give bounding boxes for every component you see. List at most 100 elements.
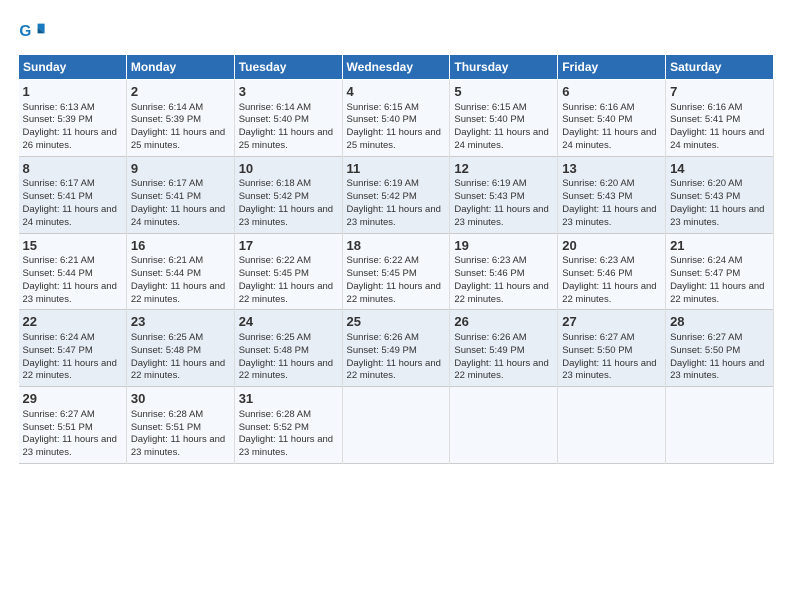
week-row-3: 15Sunrise: 6:21 AMSunset: 5:44 PMDayligh… [19,233,774,310]
sunset: Sunset: 5:49 PM [454,345,524,356]
day-cell: 15Sunrise: 6:21 AMSunset: 5:44 PMDayligh… [19,233,127,310]
daylight: Daylight: 11 hours and 24 minutes. [131,204,225,228]
day-number: 12 [454,160,553,178]
sunrise: Sunrise: 6:20 AM [670,178,742,189]
day-cell: 5Sunrise: 6:15 AMSunset: 5:40 PMDaylight… [450,80,558,157]
sunset: Sunset: 5:43 PM [562,191,632,202]
day-cell: 27Sunrise: 6:27 AMSunset: 5:50 PMDayligh… [558,310,666,387]
daylight: Daylight: 11 hours and 23 minutes. [239,204,333,228]
day-cell: 8Sunrise: 6:17 AMSunset: 5:41 PMDaylight… [19,156,127,233]
day-number: 10 [239,160,338,178]
day-number: 30 [131,390,230,408]
day-cell: 3Sunrise: 6:14 AMSunset: 5:40 PMDaylight… [234,80,342,157]
day-number: 8 [23,160,122,178]
daylight: Daylight: 11 hours and 22 minutes. [239,281,333,305]
daylight: Daylight: 11 hours and 25 minutes. [239,127,333,151]
sunrise: Sunrise: 6:24 AM [23,332,95,343]
svg-text:G: G [19,23,31,40]
header-cell-saturday: Saturday [666,55,774,80]
day-cell: 9Sunrise: 6:17 AMSunset: 5:41 PMDaylight… [126,156,234,233]
sunrise: Sunrise: 6:14 AM [131,102,203,113]
sunset: Sunset: 5:49 PM [347,345,417,356]
daylight: Daylight: 11 hours and 24 minutes. [454,127,548,151]
sunset: Sunset: 5:46 PM [562,268,632,279]
sunset: Sunset: 5:50 PM [670,345,740,356]
day-cell: 2Sunrise: 6:14 AMSunset: 5:39 PMDaylight… [126,80,234,157]
logo-icon: G [18,18,46,46]
day-number: 21 [670,237,769,255]
day-number: 29 [23,390,122,408]
day-number: 26 [454,313,553,331]
day-cell: 16Sunrise: 6:21 AMSunset: 5:44 PMDayligh… [126,233,234,310]
sunrise: Sunrise: 6:17 AM [131,178,203,189]
day-cell: 20Sunrise: 6:23 AMSunset: 5:46 PMDayligh… [558,233,666,310]
day-number: 3 [239,83,338,101]
sunset: Sunset: 5:42 PM [347,191,417,202]
sunset: Sunset: 5:45 PM [239,268,309,279]
sunrise: Sunrise: 6:24 AM [670,255,742,266]
daylight: Daylight: 11 hours and 22 minutes. [670,281,764,305]
sunrise: Sunrise: 6:21 AM [131,255,203,266]
header-cell-tuesday: Tuesday [234,55,342,80]
sunset: Sunset: 5:43 PM [670,191,740,202]
header-cell-friday: Friday [558,55,666,80]
sunset: Sunset: 5:48 PM [239,345,309,356]
day-cell: 13Sunrise: 6:20 AMSunset: 5:43 PMDayligh… [558,156,666,233]
day-number: 6 [562,83,661,101]
sunset: Sunset: 5:39 PM [131,114,201,125]
day-cell: 25Sunrise: 6:26 AMSunset: 5:49 PMDayligh… [342,310,450,387]
week-row-5: 29Sunrise: 6:27 AM Sunset: 5:51 PMDayligh… [19,387,774,464]
sunrise: Sunrise: 6:28 AM [131,409,203,420]
sunrise: Sunrise: 6:15 AM [454,102,526,113]
sunset: Sunset: 5:50 PM [562,345,632,356]
sunrise: Sunrise: 6:26 AM [347,332,419,343]
header-row: SundayMondayTuesdayWednesdayThursdayFrid… [19,55,774,80]
sunset: Sunset: 5:45 PM [347,268,417,279]
sunrise: Sunrise: 6:16 AM [562,102,634,113]
day-number: 25 [347,313,446,331]
week-row-1: 1Sunrise: 6:13 AMSunset: 5:39 PMDaylight… [19,80,774,157]
daylight: Daylight: 11 hours and 23 minutes. [23,281,117,305]
day-cell [558,387,666,464]
day-cell: 30Sunrise: 6:28 AMSunset: 5:51 PMDayligh… [126,387,234,464]
daylight: Daylight: 11 hours and 23 minutes. [23,434,117,458]
day-cell: 17Sunrise: 6:22 AMSunset: 5:45 PMDayligh… [234,233,342,310]
sunset: Sunset: 5:51 PM [23,422,93,433]
header-cell-sunday: Sunday [19,55,127,80]
day-cell: 7Sunrise: 6:16 AMSunset: 5:41 PMDaylight… [666,80,774,157]
day-number: 5 [454,83,553,101]
day-number: 24 [239,313,338,331]
calendar-table: SundayMondayTuesdayWednesdayThursdayFrid… [18,54,774,464]
daylight: Daylight: 11 hours and 22 minutes. [131,281,225,305]
day-number: 22 [23,313,122,331]
day-cell: 26Sunrise: 6:26 AMSunset: 5:49 PMDayligh… [450,310,558,387]
day-number: 7 [670,83,769,101]
daylight: Daylight: 11 hours and 22 minutes. [131,358,225,382]
sunrise: Sunrise: 6:14 AM [239,102,311,113]
day-cell: 24Sunrise: 6:25 AMSunset: 5:48 PMDayligh… [234,310,342,387]
sunset: Sunset: 5:52 PM [239,422,309,433]
sunrise: Sunrise: 6:27 AM [670,332,742,343]
day-cell: 14Sunrise: 6:20 AMSunset: 5:43 PMDayligh… [666,156,774,233]
sunrise: Sunrise: 6:19 AM [347,178,419,189]
daylight: Daylight: 11 hours and 23 minutes. [670,358,764,382]
sunset: Sunset: 5:41 PM [131,191,201,202]
day-number: 31 [239,390,338,408]
day-number: 28 [670,313,769,331]
daylight: Daylight: 11 hours and 23 minutes. [562,204,656,228]
sunrise: Sunrise: 6:27 AM [23,409,95,420]
sunrise: Sunrise: 6:15 AM [347,102,419,113]
sunrise: Sunrise: 6:17 AM [23,178,95,189]
day-number: 14 [670,160,769,178]
sunrise: Sunrise: 6:22 AM [239,255,311,266]
sunrise: Sunrise: 6:22 AM [347,255,419,266]
day-number: 1 [23,83,122,101]
day-number: 2 [131,83,230,101]
day-cell: 31Sunrise: 6:28 AMSunset: 5:52 PMDayligh… [234,387,342,464]
sunrise: Sunrise: 6:23 AM [454,255,526,266]
daylight: Daylight: 11 hours and 25 minutes. [347,127,441,151]
day-cell: 12Sunrise: 6:19 AMSunset: 5:43 PMDayligh… [450,156,558,233]
day-cell [666,387,774,464]
daylight: Daylight: 11 hours and 22 minutes. [347,281,441,305]
day-cell [342,387,450,464]
